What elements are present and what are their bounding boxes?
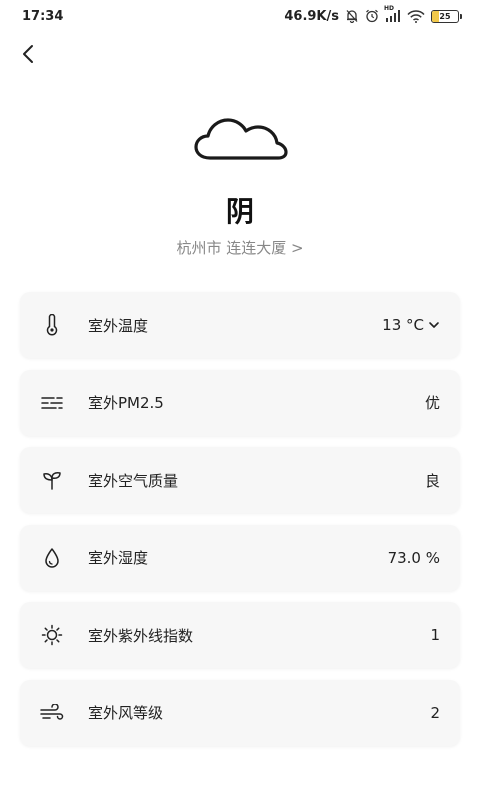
battery-tip [460,13,462,19]
metric-value-text: 13 °C [382,316,424,334]
metric-value: 1 [430,626,440,644]
network-speed: 46.9K/s [284,8,339,24]
metric-value: 良 [424,471,440,490]
metric-label: 室外空气质量 [88,471,179,490]
metric-value: 73.0 % [387,548,440,567]
cloud-icon [190,110,290,170]
metric-card-humidity[interactable]: 室外湿度 73.0 % [20,524,460,591]
battery-icon: 25 [431,9,459,23]
alarm-icon [365,9,379,23]
battery-level: 25 [439,11,451,21]
metric-label: 室外风等级 [88,704,164,722]
weather-condition: 阴 [225,195,254,228]
metric-label: 室外湿度 [88,549,149,567]
chevron-left-icon [23,45,33,63]
status-time: 17:34 [22,8,64,24]
sun-icon [40,623,64,647]
thermometer-icon [40,313,64,337]
status-bar: 17:34 46.9K/s HD 25 [0,0,480,32]
metric-card-pm25[interactable]: 室外PM2.5 优 [20,369,460,436]
metric-label: 室外紫外线指数 [88,626,194,645]
metric-card-temperature[interactable]: 室外温度 13 °C [20,292,460,358]
droplet-icon [40,546,64,570]
pm25-icon [40,391,64,415]
metric-label: 室外温度 [88,316,149,335]
wifi-icon [407,9,425,23]
metric-card-wind-level[interactable]: 室外风等级 2 [20,679,460,746]
metrics-list: 室外温度 13 °C 室外PM2.5 优 室外空气质量 良 室外湿度 73.0 … [20,292,460,757]
metric-value: 优 [424,394,440,412]
metric-card-uv-index[interactable]: 室外紫外线指数 1 [20,602,460,668]
sprout-icon [40,468,64,492]
chevron-down-icon [429,322,439,328]
metric-label: 室外PM2.5 [88,394,164,412]
battery-fill [432,10,439,22]
location-link[interactable]: 杭州市 连连大厦 > [0,237,480,258]
signal-badge: HD [384,5,395,12]
status-icons: 46.9K/s HD 25 [284,5,462,24]
back-button[interactable] [14,40,42,68]
cellular-signal-icon: HD [384,5,401,22]
bell-muted-icon [345,9,359,23]
metric-value: 2 [430,703,440,722]
metric-value: 13 °C [382,316,440,334]
wind-icon [40,701,64,725]
metric-card-air-quality[interactable]: 室外空气质量 良 [20,447,460,513]
